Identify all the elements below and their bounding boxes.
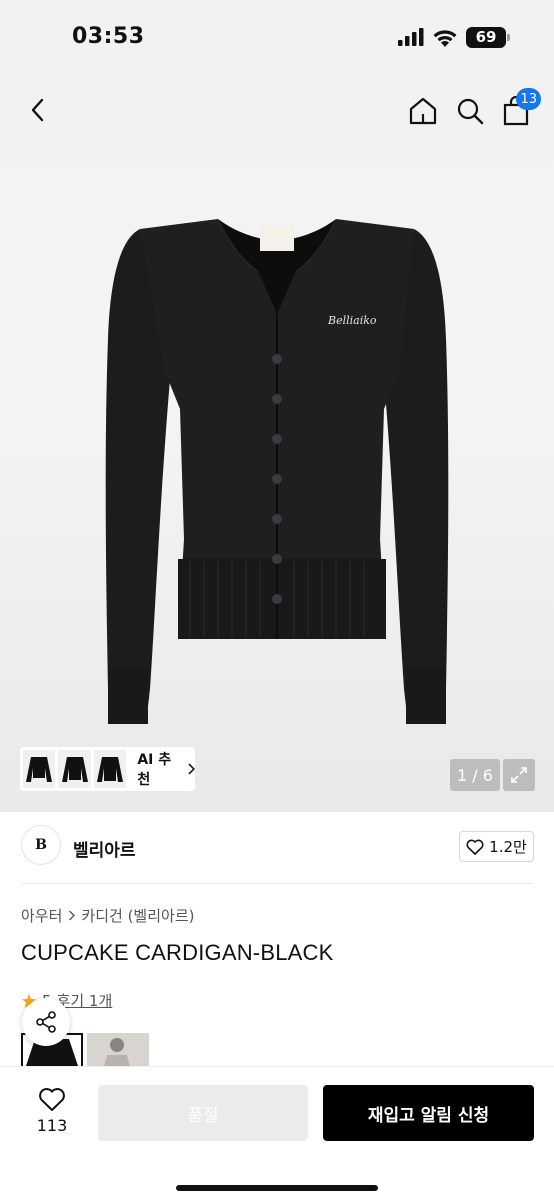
chevron-right-icon (69, 910, 76, 921)
product-image[interactable]: Belliaiko (100, 219, 454, 724)
brand-name[interactable]: 벨리아르 (73, 836, 136, 861)
expand-icon (511, 767, 527, 783)
top-nav: 13 (0, 74, 554, 146)
wishlist-button[interactable]: 113 (26, 1087, 78, 1135)
home-icon (409, 97, 437, 125)
back-button[interactable] (20, 92, 56, 128)
chevron-left-icon (31, 98, 44, 122)
divider (21, 883, 534, 884)
garment-logo: Belliaiko (327, 314, 377, 327)
cardigan-thumb-icon (26, 757, 53, 782)
expand-image-button[interactable] (503, 759, 535, 791)
home-button[interactable] (404, 92, 442, 130)
image-page-indicator: 1 / 6 (450, 759, 500, 791)
ai-thumb (58, 750, 91, 788)
breadcrumb-category[interactable]: 아우터 (21, 905, 62, 926)
bottom-action-bar: 113 품절 재입고 알림 신청 (0, 1066, 554, 1200)
heart-icon (466, 839, 484, 855)
status-bar: 03:53 69 (0, 0, 554, 74)
status-icons: 69 (398, 26, 510, 48)
status-time: 03:53 (72, 24, 145, 49)
brand-like-count: 1.2만 (489, 838, 527, 856)
share-button[interactable] (22, 998, 70, 1046)
search-icon (457, 98, 484, 125)
product-gallery[interactable]: 13 Belliaiko AI 추천 1 / 6 (0, 74, 554, 812)
heart-icon (39, 1088, 65, 1111)
cardigan-thumb-icon (61, 757, 88, 782)
ai-recommend-label: AI 추천 (137, 749, 195, 789)
ai-recommendation-button[interactable]: AI 추천 (20, 747, 195, 791)
wifi-icon (433, 29, 457, 47)
brand-logo[interactable]: B (21, 825, 61, 865)
ai-thumb (23, 750, 56, 788)
ai-thumb (93, 750, 127, 788)
product-title: CUPCAKE CARDIGAN-BLACK (21, 940, 334, 965)
home-indicator (176, 1185, 378, 1191)
brand-row: B 벨리아르 1.2만 (21, 822, 534, 874)
ai-recommend-text: AI 추천 (137, 752, 172, 788)
chevron-right-icon (188, 763, 195, 775)
soldout-button: 품절 (98, 1085, 308, 1141)
signal-icon (398, 28, 424, 46)
share-icon (36, 1011, 56, 1033)
cardigan-thumb-icon (97, 757, 124, 782)
battery-indicator: 69 (466, 26, 510, 48)
brand-like-button[interactable]: 1.2만 (459, 831, 534, 862)
breadcrumb-subcategory[interactable]: 카디건 (벨리아르) (81, 905, 194, 926)
cart-button[interactable]: 13 (497, 88, 541, 130)
breadcrumb: 아우터 카디건 (벨리아르) (21, 905, 194, 926)
restock-notify-button[interactable]: 재입고 알림 신청 (323, 1085, 534, 1141)
search-button[interactable] (451, 92, 489, 130)
cart-count-badge: 13 (516, 88, 541, 110)
wishlist-count: 113 (36, 1116, 68, 1135)
